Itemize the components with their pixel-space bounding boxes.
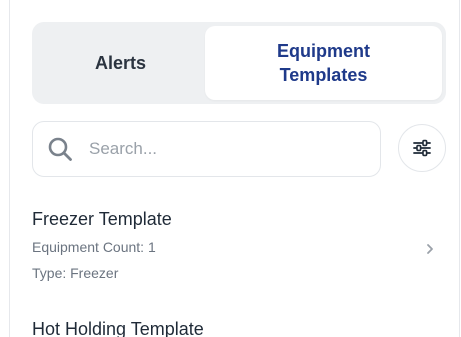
search-icon xyxy=(48,137,72,161)
tab-switcher: Alerts Equipment Templates xyxy=(32,22,446,104)
equipment-count: Equipment Count: 1 xyxy=(32,239,156,255)
template-name: Hot Holding Template xyxy=(32,319,204,337)
template-type: Type: Freezer xyxy=(32,265,119,281)
tab-alerts[interactable]: Alerts xyxy=(36,26,205,100)
sliders-icon xyxy=(413,139,431,157)
chevron-right-icon xyxy=(427,244,433,254)
frame-border-right xyxy=(459,0,460,337)
search-input[interactable] xyxy=(89,139,349,159)
tab-equipment-templates[interactable]: Equipment Templates xyxy=(205,26,442,100)
search-bar[interactable] xyxy=(32,121,381,177)
frame-border-left xyxy=(9,0,10,337)
template-name: Freezer Template xyxy=(32,209,172,229)
filter-button[interactable] xyxy=(398,124,446,172)
list-item-freezer-template[interactable]: Freezer Template Equipment Count: 1 Type… xyxy=(32,208,446,298)
list-item-hot-holding-template[interactable]: Hot Holding Template xyxy=(32,318,446,337)
